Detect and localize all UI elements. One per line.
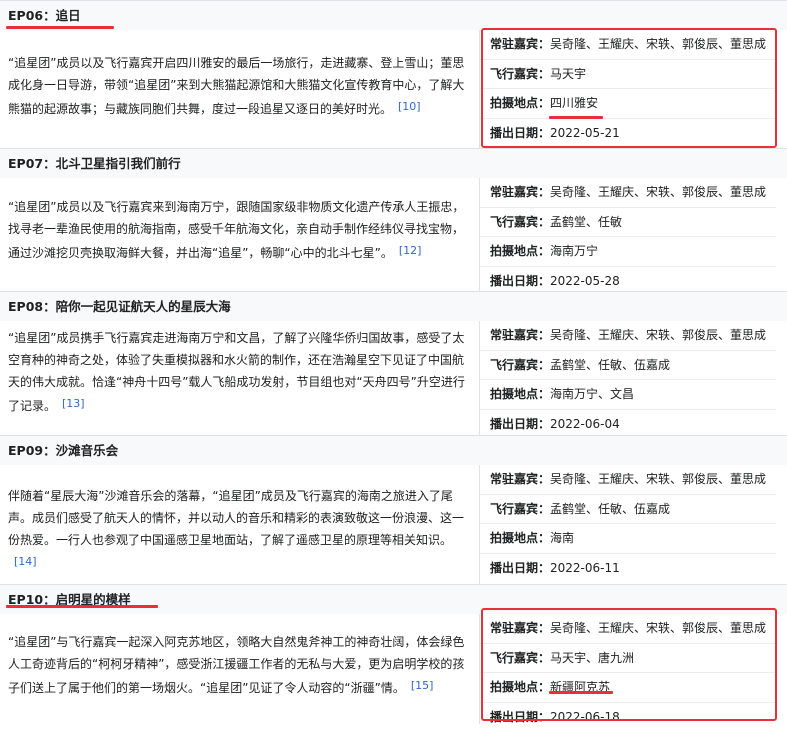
episode-ep07: EP07：北斗卫星指引我们前行 “追星团”成员以及飞行嘉宾来到海南万宁，跟随国家… — [0, 148, 787, 291]
reference-link[interactable]: [12] — [399, 244, 422, 257]
air-date-row: 播出日期：2022-06-18 — [480, 703, 776, 732]
episode-description: “追星团”与飞行嘉宾一起深入阿克苏地区，领略大自然鬼斧神工的神奇壮阔，体会绿色人… — [8, 631, 470, 699]
episode-ep06: EP06：追日 “追星团”成员以及飞行嘉宾开启四川雅安的最后一场旅行，走进藏寨、… — [0, 0, 787, 148]
episode-title: EP06：追日 — [0, 0, 787, 30]
episode-ep09: EP09：沙滩音乐会 伴随着“星辰大海”沙滩音乐会的落幕，“追星团”成员及飞行嘉… — [0, 435, 787, 584]
air-date-row: 播出日期：2022-05-21 — [480, 119, 776, 149]
title-underline-ep10 — [6, 605, 158, 608]
location-row: 拍摄地点：海南万宁、文昌 — [480, 380, 776, 410]
episode-title: EP07：北斗卫星指引我们前行 — [0, 148, 787, 178]
episode-title: EP10：启明星的模样 — [0, 584, 787, 614]
location-row: 拍摄地点：新疆阿克苏 — [480, 673, 776, 703]
regular-guests-row: 常驻嘉宾：吴奇隆、王耀庆、宋轶、郭俊辰、董思成 — [480, 321, 776, 351]
reference-link[interactable]: [10] — [398, 100, 421, 113]
regular-guests-row: 常驻嘉宾：吴奇隆、王耀庆、宋轶、郭俊辰、董思成 — [480, 30, 776, 60]
regular-guests-row: 常驻嘉宾：吴奇隆、王耀庆、宋轶、郭俊辰、董思成 — [480, 614, 776, 644]
location-row: 拍摄地点：海南万宁 — [480, 237, 776, 267]
episode-info-table: 常驻嘉宾：吴奇隆、王耀庆、宋轶、郭俊辰、董思成 飞行嘉宾：马天宇 拍摄地点：四川… — [480, 30, 776, 148]
episode-info-table: 常驻嘉宾：吴奇隆、王耀庆、宋轶、郭俊辰、董思成 飞行嘉宾：马天宇、唐九洲 拍摄地… — [480, 614, 776, 732]
episode-info-table: 常驻嘉宾：吴奇隆、王耀庆、宋轶、郭俊辰、董思成 飞行嘉宾：孟鹤堂、任敏 拍摄地点… — [480, 178, 776, 296]
flying-guests-row: 飞行嘉宾：孟鹤堂、任敏 — [480, 208, 776, 238]
episode-description: “追星团”成员携手飞行嘉宾走进海南万宁和文昌，了解了兴隆华侨归国故事，感受了太空… — [8, 327, 470, 417]
episode-info-table: 常驻嘉宾：吴奇隆、王耀庆、宋轶、郭俊辰、董思成 飞行嘉宾：孟鹤堂、任敏、伍嘉成 … — [480, 465, 776, 583]
regular-guests-row: 常驻嘉宾：吴奇隆、王耀庆、宋轶、郭俊辰、董思成 — [480, 178, 776, 208]
flying-guests-row: 飞行嘉宾：孟鹤堂、任敏、伍嘉成 — [480, 495, 776, 525]
flying-guests-row: 飞行嘉宾：马天宇 — [480, 60, 776, 90]
flying-guests-row: 飞行嘉宾：孟鹤堂、任敏、伍嘉成 — [480, 351, 776, 381]
location-underline-ep06 — [549, 116, 603, 119]
reference-link[interactable]: [15] — [411, 679, 434, 692]
title-underline-ep06 — [6, 26, 114, 29]
episode-description: “追星团”成员以及飞行嘉宾开启四川雅安的最后一场旅行，走进藏寨、登上雪山；董思成… — [8, 52, 470, 120]
regular-guests-row: 常驻嘉宾：吴奇隆、王耀庆、宋轶、郭俊辰、董思成 — [480, 465, 776, 495]
location-row: 拍摄地点：海南 — [480, 524, 776, 554]
episode-title: EP09：沙滩音乐会 — [0, 435, 787, 465]
episode-title: EP08：陪你一起见证航天人的星辰大海 — [0, 291, 787, 321]
location-underline-ep10 — [549, 691, 613, 694]
episode-description: “追星团”成员以及飞行嘉宾来到海南万宁，跟随国家级非物质文化遗产传承人王振忠，找… — [8, 196, 470, 264]
air-date-row: 播出日期：2022-06-11 — [480, 554, 776, 584]
reference-link[interactable]: [13] — [62, 397, 85, 410]
episode-ep08: EP08：陪你一起见证航天人的星辰大海 “追星团”成员携手飞行嘉宾走进海南万宁和… — [0, 291, 787, 435]
reference-link[interactable]: [14] — [14, 555, 37, 568]
episode-info-table: 常驻嘉宾：吴奇隆、王耀庆、宋轶、郭俊辰、董思成 飞行嘉宾：孟鹤堂、任敏、伍嘉成 … — [480, 321, 776, 439]
flying-guests-row: 飞行嘉宾：马天宇、唐九洲 — [480, 644, 776, 674]
episode-description: 伴随着“星辰大海”沙滩音乐会的落幕，“追星团”成员及飞行嘉宾的海南之旅进入了尾声… — [8, 485, 470, 575]
location-row: 拍摄地点：四川雅安 — [480, 89, 776, 119]
